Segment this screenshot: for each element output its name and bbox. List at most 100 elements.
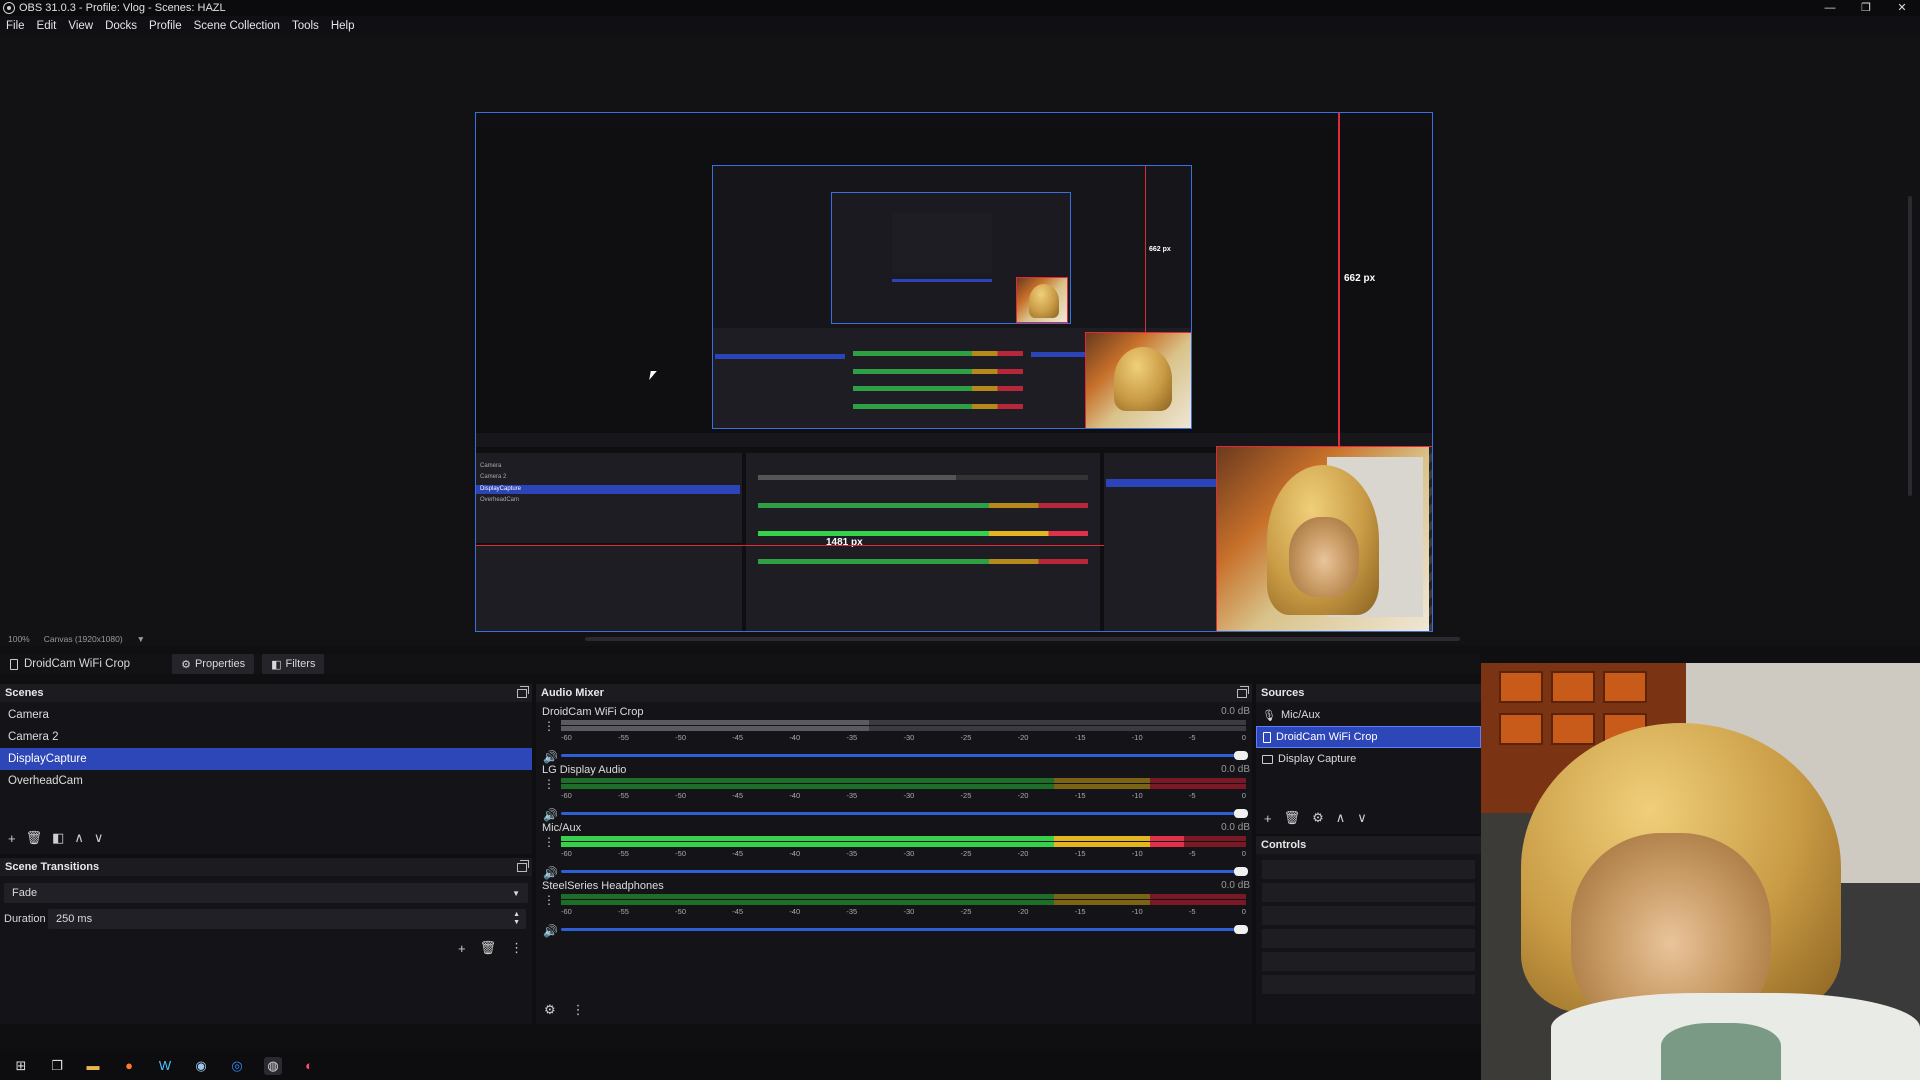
control-button-5[interactable] [1262, 952, 1475, 971]
meter-tick-label: -20 [1017, 849, 1029, 858]
speaker-icon[interactable]: 🔊 [543, 808, 558, 822]
channel-menu-icon[interactable]: ⋮ [543, 778, 555, 790]
speaker-icon[interactable]: 🔊 [543, 866, 558, 880]
control-button-2[interactable] [1262, 883, 1475, 902]
menu-scene-collection[interactable]: Scene Collection [194, 20, 280, 32]
preview-vertical-scrollbar[interactable] [1908, 196, 1912, 496]
control-button-4[interactable] [1262, 929, 1475, 948]
speaker-icon[interactable]: 🔊 [543, 924, 558, 938]
menu-edit[interactable]: Edit [37, 20, 57, 32]
channel-db: 0.0 dB [1221, 764, 1250, 775]
source-item-display-capture[interactable]: Display Capture [1256, 748, 1481, 770]
move-up-icon[interactable]: ∧ [1336, 810, 1346, 826]
muted-speaker-icon[interactable]: 🔊 [543, 750, 558, 764]
preview-area[interactable]: 662 px Camera Camera 2 DisplayCapture Ov… [0, 36, 1920, 632]
obs-logo-icon [3, 2, 15, 14]
mixer-dock-title: Audio Mixer [536, 684, 1252, 702]
menu-tools[interactable]: Tools [292, 20, 319, 32]
gear-icon[interactable]: ⚙ [544, 1002, 556, 1018]
more-options-icon[interactable]: ⋮ [572, 1002, 585, 1018]
dock-float-icon[interactable] [1237, 685, 1249, 698]
scene-filters-icon[interactable]: ◧ [52, 830, 64, 846]
volume-slider[interactable] [561, 925, 1248, 934]
menu-view[interactable]: View [68, 20, 93, 32]
control-button-1[interactable] [1262, 860, 1475, 879]
firefox-icon[interactable]: ● [120, 1057, 138, 1075]
meter-tick-label: -40 [789, 791, 801, 800]
source-item-droidcam[interactable]: DroidCam WiFi Crop [1256, 726, 1481, 748]
volume-slider[interactable] [561, 867, 1248, 876]
app-w-icon[interactable]: W [156, 1057, 174, 1075]
meter-tick-label: 0 [1241, 733, 1246, 742]
taskbar: ⊞ ❐ ▬ ● W ◉ ◎ ◍ ◐ [0, 1051, 1481, 1080]
preview-horizontal-scrollbar[interactable] [585, 637, 1460, 641]
menu-help[interactable]: Help [331, 20, 355, 32]
scene-item-camera[interactable]: Camera [0, 704, 532, 726]
preview-canvas[interactable]: 662 px Camera Camera 2 DisplayCapture Ov… [475, 112, 1433, 632]
meter-tick-label: -35 [846, 907, 858, 916]
source-item-mic-aux[interactable]: 🎙 Mic/Aux [1256, 704, 1481, 726]
dock-float-icon[interactable] [517, 685, 529, 698]
meter-tick-label: -55 [618, 907, 629, 916]
height-measure-label: 662 px [1344, 273, 1376, 284]
volume-slider[interactable] [561, 751, 1248, 760]
menu-profile[interactable]: Profile [149, 20, 182, 32]
canvas-size[interactable]: Canvas (1920x1080) [44, 634, 123, 644]
scene-item-camera-2[interactable]: Camera 2 [0, 726, 532, 748]
browser-icon[interactable]: ◎ [228, 1057, 246, 1075]
control-button-3[interactable] [1262, 906, 1475, 925]
duration-input[interactable]: 250 ms ▲ ▼ [48, 909, 526, 929]
more-options-icon[interactable]: ⋮ [510, 940, 523, 956]
move-up-icon[interactable]: ∧ [74, 830, 84, 846]
maximize-button[interactable]: ❐ [1848, 0, 1884, 16]
transition-type-select[interactable]: Fade ▼ [4, 883, 528, 903]
remove-transition-icon[interactable]: 🗑 [480, 940, 497, 956]
menu-docks[interactable]: Docks [105, 20, 137, 32]
add-transition-icon[interactable]: + [458, 941, 466, 956]
add-scene-icon[interactable]: + [8, 831, 16, 846]
chevron-down-icon[interactable]: ▼ [137, 634, 145, 644]
properties-button[interactable]: ⚙ Properties [172, 654, 255, 674]
menu-file[interactable]: File [6, 20, 25, 32]
scene-item-displaycapture[interactable]: DisplayCapture [0, 748, 532, 770]
preview-webcam-source[interactable] [1216, 446, 1432, 631]
volume-slider[interactable] [561, 809, 1248, 818]
mixer-channels: DroidCam WiFi Crop 0.0 dB ⋮ -60 -55 -50 -45 -40… [536, 702, 1252, 1002]
meter-tick-label: -35 [846, 849, 858, 858]
steam-icon[interactable]: ◉ [192, 1057, 210, 1075]
meter-tick-label: -25 [960, 733, 972, 742]
dock-float-icon[interactable] [517, 859, 529, 872]
zoom-level[interactable]: 100% [8, 634, 30, 644]
channel-menu-icon[interactable]: ⋮ [543, 720, 555, 732]
meter-tick-label: -10 [1131, 907, 1143, 916]
selected-source-name: DroidCam WiFi Crop [24, 658, 131, 670]
control-button-6[interactable] [1262, 975, 1475, 994]
scene-item-overheadcam[interactable]: OverheadCam [0, 770, 532, 792]
channel-db: 0.0 dB [1221, 706, 1250, 717]
obs-icon[interactable]: ◍ [264, 1056, 282, 1075]
remove-source-icon[interactable]: 🗑 [1284, 810, 1301, 826]
task-view-icon[interactable]: ❐ [48, 1057, 66, 1075]
channel-menu-icon[interactable]: ⋮ [543, 836, 555, 848]
channel-name: SteelSeries Headphones [542, 880, 664, 892]
audio-mixer-dock: Audio Mixer DroidCam WiFi Crop 0.0 dB ⋮ -60… [536, 684, 1252, 1024]
channel-menu-icon[interactable]: ⋮ [543, 894, 555, 906]
app-red-icon[interactable]: ◐ [300, 1057, 318, 1075]
spinner-icon[interactable]: ▲ ▼ [513, 911, 520, 927]
windows-start-icon[interactable]: ⊞ [12, 1057, 30, 1075]
sources-toolbar: + 🗑 ⚙ ∧ ∨ [1264, 810, 1367, 826]
minimize-button[interactable]: — [1812, 0, 1848, 16]
remove-scene-icon[interactable]: 🗑 [26, 830, 43, 846]
filters-button[interactable]: ◧ Filters [262, 654, 325, 674]
chevron-down-icon: ▼ [512, 888, 520, 898]
meter-tick-label: -45 [732, 849, 744, 858]
add-source-icon[interactable]: + [1264, 811, 1272, 826]
meter-tick-label: -40 [789, 733, 801, 742]
move-down-icon[interactable]: ∨ [94, 830, 104, 846]
meter-tick-label: -55 [618, 791, 629, 800]
close-button[interactable]: ✕ [1884, 0, 1920, 16]
scenes-dock-title: Scenes [0, 684, 532, 702]
file-explorer-icon[interactable]: ▬ [84, 1057, 102, 1075]
move-down-icon[interactable]: ∨ [1357, 810, 1367, 826]
gear-icon[interactable]: ⚙ [1312, 810, 1324, 826]
